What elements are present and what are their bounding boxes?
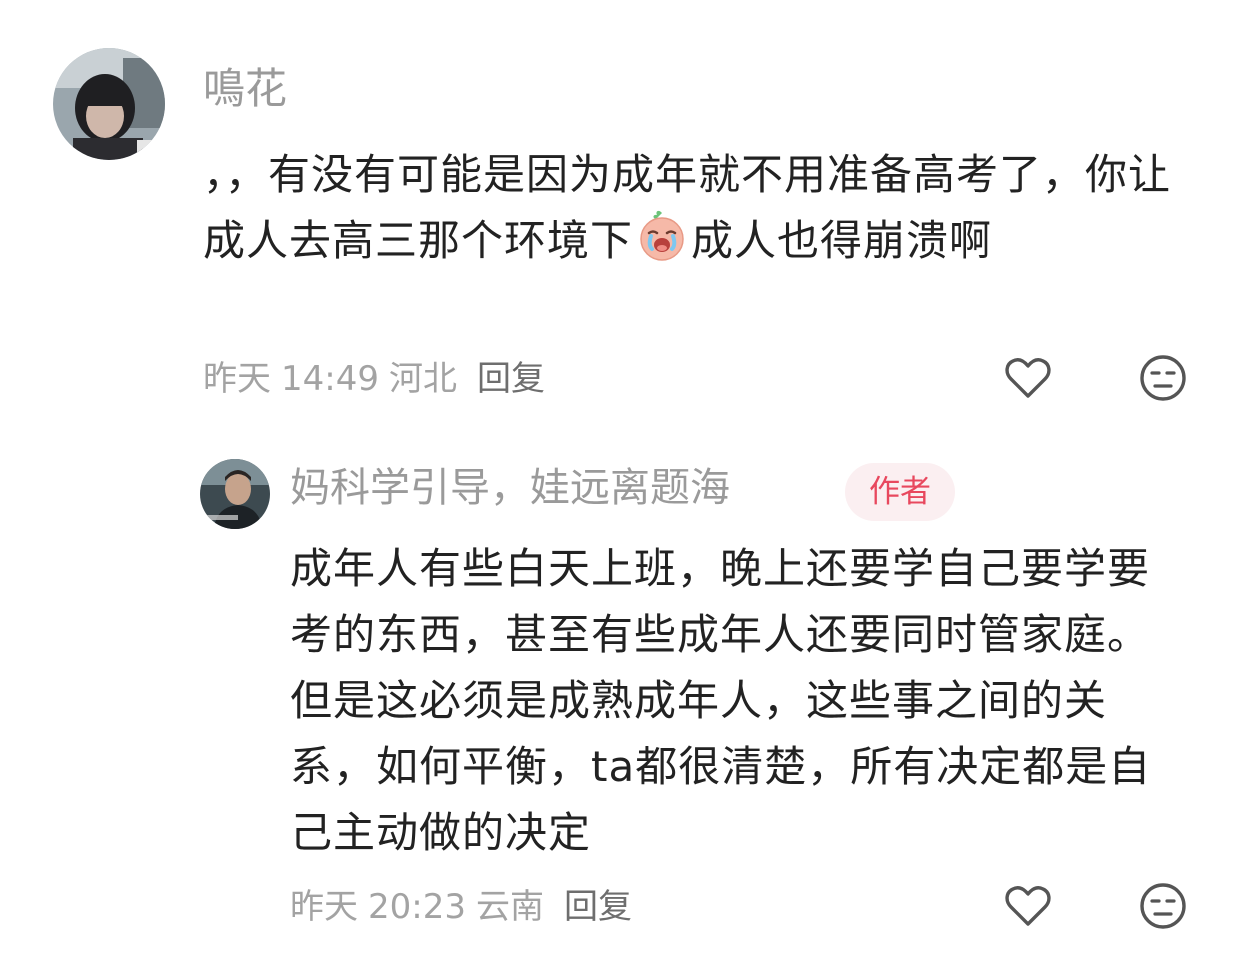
neutral-face-icon[interactable] [1137, 880, 1189, 932]
comment-text: ，，有没有可能是因为成年就不用准备高考了，你让成人去高三那个环境下 成人也得崩溃… [203, 142, 1193, 274]
reply-button[interactable]: 回复 [477, 359, 545, 399]
reply-button[interactable]: 回复 [564, 887, 632, 927]
heart-outline-icon[interactable] [1002, 880, 1054, 932]
comment-date: 昨天 [203, 359, 271, 399]
comment-meta: 昨天 14:49 河北 回复 [203, 357, 555, 401]
comment-text-part: 成人也得崩溃啊 [691, 216, 993, 265]
reply-meta: 昨天 20:23 云南 回复 [290, 885, 642, 929]
neutral-face-icon[interactable] [1137, 352, 1189, 404]
comment-time: 14:49 [281, 359, 379, 399]
comment-location: 河北 [388, 359, 457, 399]
comment-username[interactable]: 鳴花 [203, 62, 287, 116]
reply-username[interactable]: 妈科学引导，娃远离题海 [290, 462, 730, 514]
avatar-image [53, 48, 165, 160]
avatar[interactable] [200, 459, 270, 529]
author-badge: 作者 [845, 463, 955, 521]
reply-date: 昨天 [290, 887, 358, 927]
crying-face-emoji-icon [635, 209, 689, 263]
heart-outline-icon[interactable] [1002, 352, 1054, 404]
avatar[interactable] [53, 48, 165, 160]
reply-text: 成年人有些白天上班，晚上还要学自己要学要考的东西，甚至有些成年人还要同时管家庭。… [290, 544, 1152, 857]
avatar-image [200, 459, 270, 529]
reply-location: 云南 [475, 887, 544, 927]
reply-time: 20:23 [368, 887, 466, 927]
